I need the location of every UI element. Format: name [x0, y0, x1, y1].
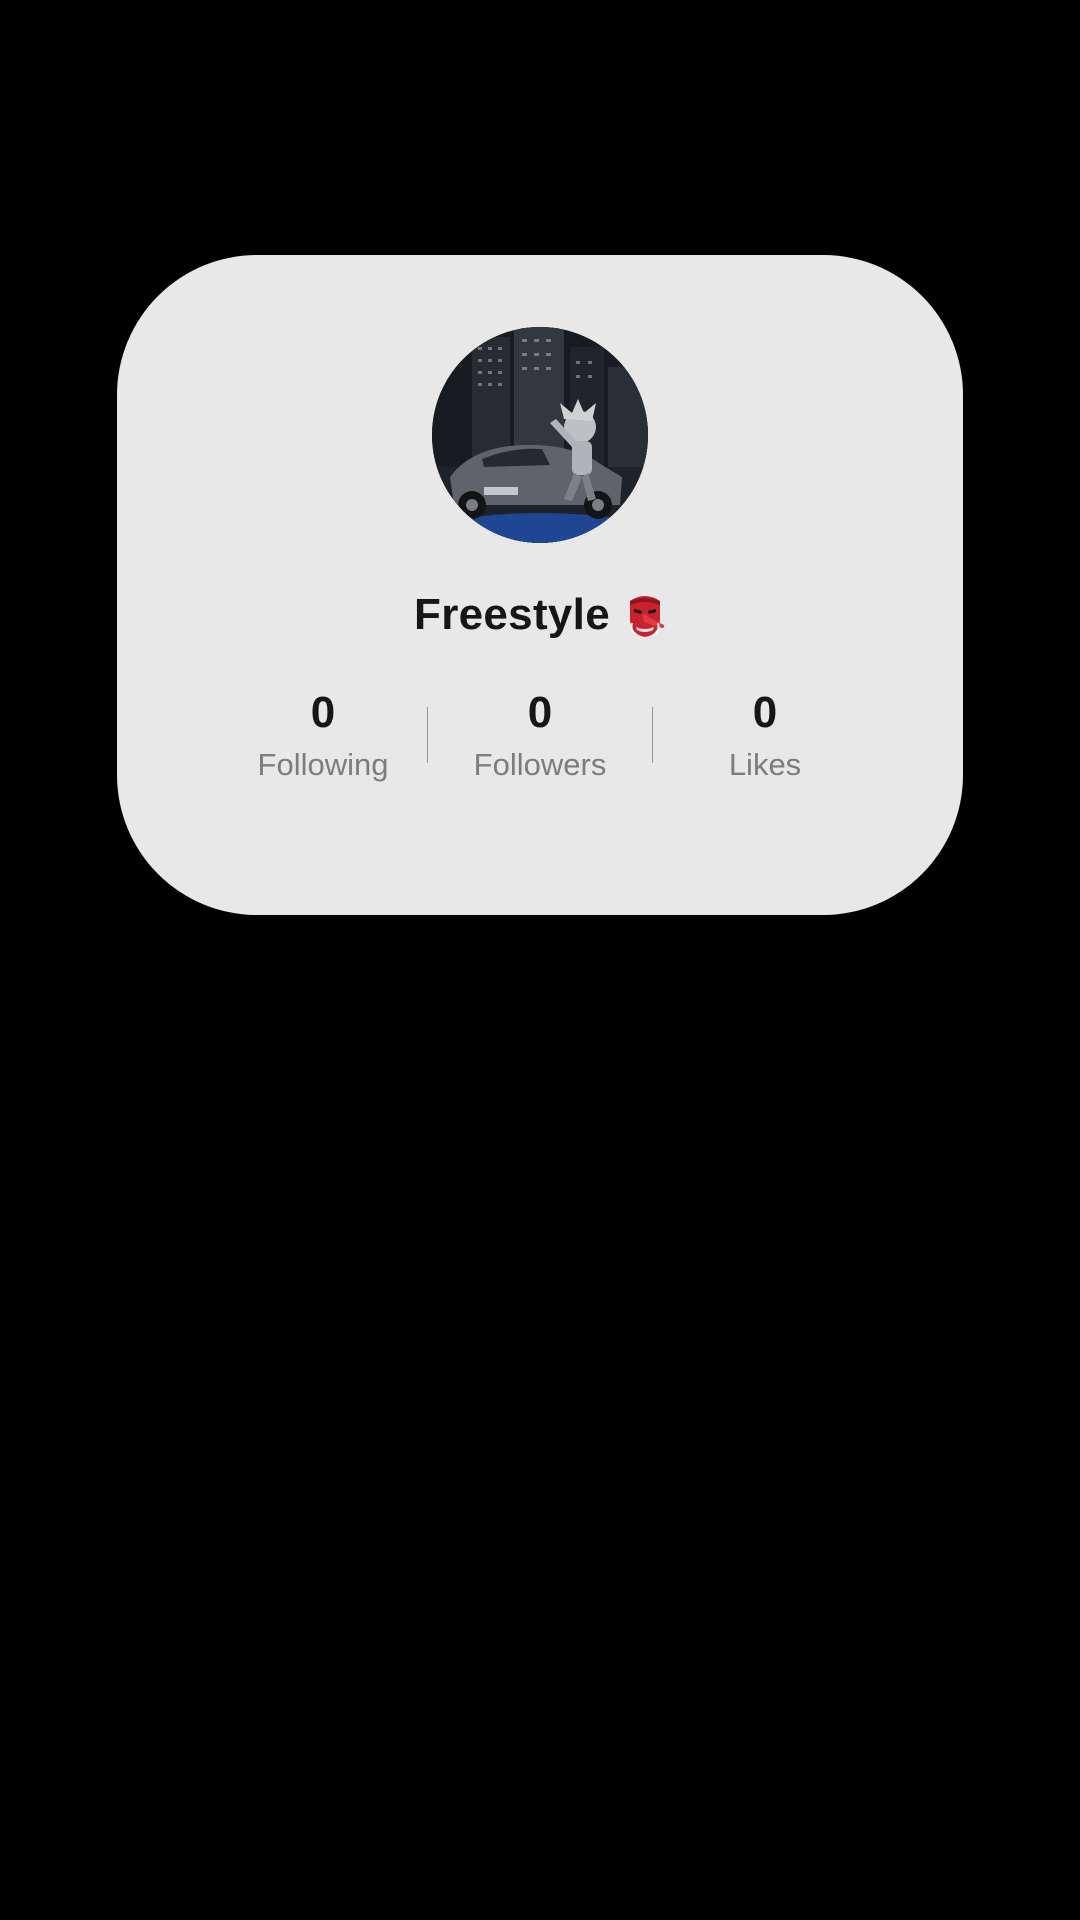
likes-label: Likes — [728, 747, 802, 782]
following-label: Following — [257, 747, 389, 782]
profile-name-row: Freestyle — [117, 585, 963, 645]
followers-label: Followers — [473, 747, 607, 782]
profile-card: Freestyle 0 Following 0 Followers 0 Like… — [117, 255, 963, 915]
stat-divider — [427, 707, 428, 763]
following-count: 0 — [310, 688, 336, 737]
display-name: Freestyle — [414, 590, 610, 639]
stat-divider — [652, 707, 653, 763]
avatar[interactable] — [432, 327, 648, 543]
stat-following[interactable]: 0 Following — [223, 685, 423, 787]
stat-followers[interactable]: 0 Followers — [440, 685, 640, 787]
profile-stats: 0 Following 0 Followers 0 Likes — [117, 685, 963, 795]
followers-count: 0 — [527, 688, 553, 737]
tengu-mask-icon — [624, 591, 666, 639]
stat-likes[interactable]: 0 Likes — [665, 685, 865, 787]
likes-count: 0 — [752, 688, 778, 737]
avatar-image — [432, 327, 648, 543]
